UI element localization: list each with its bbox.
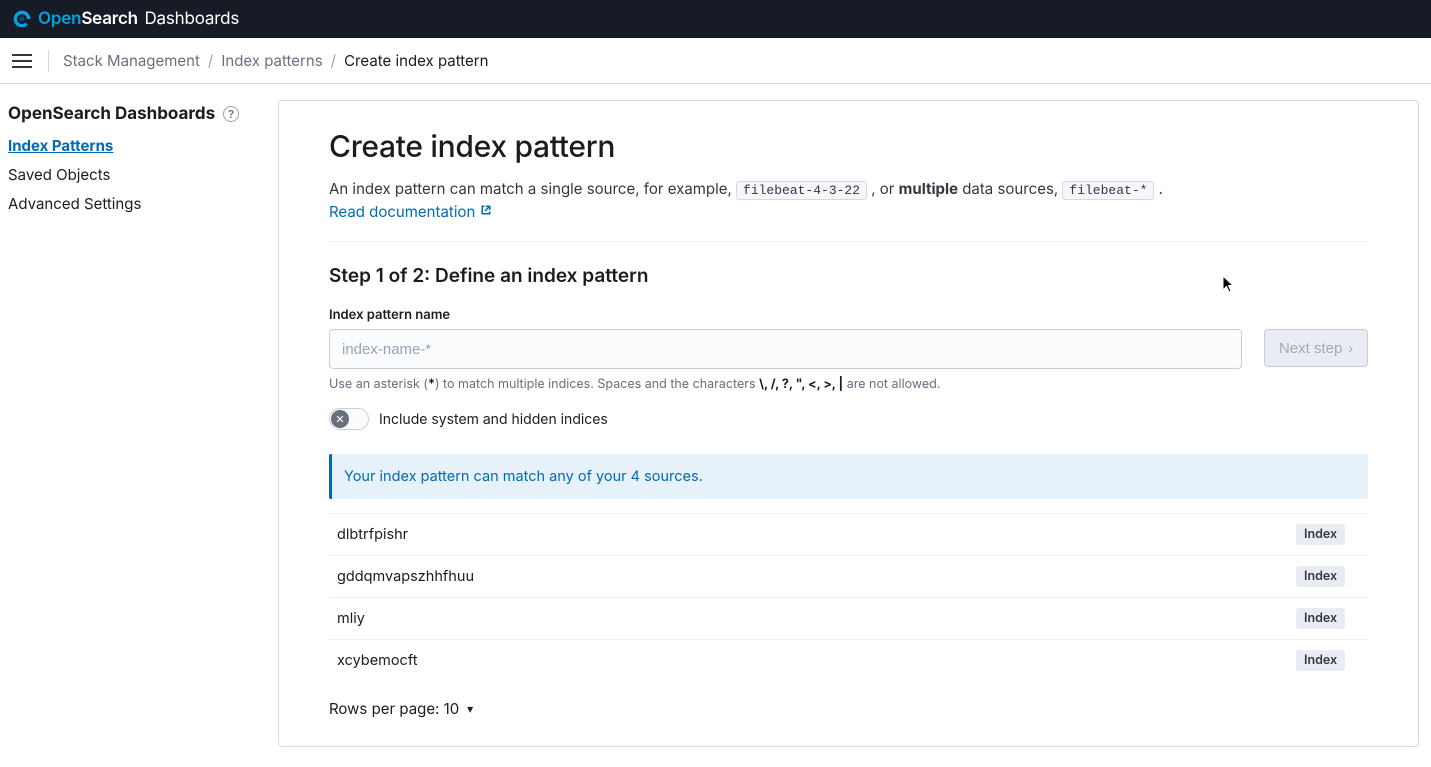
breadcrumb-current: Create index pattern [344,51,488,70]
index-name: xcybemocft [329,640,1288,682]
info-callout: Your index pattern can match any of your… [329,454,1368,499]
input-hint: Use an asterisk (*) to match multiple in… [329,377,1242,392]
sidebar: OpenSearch Dashboards ? Index Patterns S… [0,84,278,767]
index-name: gddqmvapszhhfhuu [329,556,1288,598]
include-system-toggle[interactable]: ✕ [329,408,369,430]
divider [48,50,49,72]
brand-logo[interactable]: OpenSearch Dashboards [12,9,239,29]
next-step-button[interactable]: Next step › [1264,329,1368,367]
breadcrumb-item[interactable]: Index patterns [221,51,322,70]
table-row: mliy Index [329,598,1368,640]
chevron-down-icon: ▾ [467,701,473,716]
index-name: dlbtrfpishr [329,514,1288,556]
panel: Create index pattern An index pattern ca… [278,100,1419,747]
help-icon[interactable]: ? [223,106,239,122]
table-row: dlbtrfpishr Index [329,514,1368,556]
index-pattern-input[interactable] [329,329,1242,369]
table-row: xcybemocft Index [329,640,1368,682]
table-row: gddqmvapszhhfhuu Index [329,556,1368,598]
sub-bar: Stack Management / Index patterns / Crea… [0,38,1431,84]
rows-per-page-selector[interactable]: Rows per page: 10 ▾ [329,699,1368,718]
sidebar-item-saved-objects[interactable]: Saved Objects [8,163,270,186]
brand-text: OpenSearch Dashboards [38,9,239,29]
index-type-cell: Index [1288,514,1368,556]
breadcrumb-sep: / [331,51,336,70]
main: Create index pattern An index pattern ca… [278,84,1431,767]
divider [329,241,1368,242]
page-title: Create index pattern [329,129,1368,165]
sidebar-title: OpenSearch Dashboards ? [8,104,270,134]
index-type-cell: Index [1288,556,1368,598]
field-label: Index pattern name [329,307,1368,323]
toggle-label: Include system and hidden indices [379,411,608,428]
index-badge: Index [1296,524,1345,545]
opensearch-icon [12,9,32,29]
index-badge: Index [1296,650,1345,671]
page-description: An index pattern can match a single sour… [329,179,1368,198]
menu-toggle-icon[interactable] [10,49,34,73]
sidebar-nav: Index Patterns Saved Objects Advanced Se… [8,134,270,215]
step-title: Step 1 of 2: Define an index pattern [329,264,1368,287]
doc-link[interactable]: Read documentation [329,202,492,221]
breadcrumb: Stack Management / Index patterns / Crea… [63,51,489,70]
sidebar-item-advanced-settings[interactable]: Advanced Settings [8,192,270,215]
external-link-icon [480,204,492,219]
chevron-right-icon: › [1348,340,1353,356]
index-name: mliy [329,598,1288,640]
index-badge: Index [1296,608,1345,629]
breadcrumb-sep: / [208,51,213,70]
indices-table: dlbtrfpishrIndexgddqmvapszhhfhuuIndexmli… [329,513,1368,681]
breadcrumb-item[interactable]: Stack Management [63,51,200,70]
index-type-cell: Index [1288,640,1368,682]
top-bar: OpenSearch Dashboards [0,0,1431,38]
index-type-cell: Index [1288,598,1368,640]
sidebar-item-index-patterns[interactable]: Index Patterns [8,134,270,157]
close-icon: ✕ [331,410,349,428]
index-badge: Index [1296,566,1345,587]
